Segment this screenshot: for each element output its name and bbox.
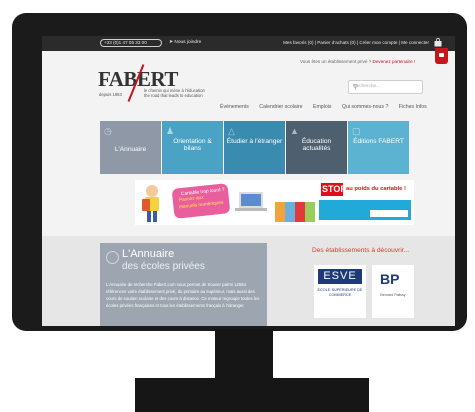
tile-education-actualites[interactable]: ▲ Éducation actualités	[286, 121, 347, 174]
annuaire-title: L'Annuaire	[122, 248, 175, 260]
tile-label: Éducation actualités	[301, 138, 332, 152]
shopping-bag-icon[interactable]	[434, 38, 442, 47]
account-links[interactable]: Mes favoris (0) | Panier d'achats (0) | …	[283, 40, 429, 45]
clock-icon: ◷	[104, 126, 112, 136]
bernard-palissy-card[interactable]: BP Bernard Palissy	[372, 265, 414, 318]
nav-item-evenements[interactable]: Événements	[220, 104, 249, 110]
phone-number[interactable]: +33 (0)1 47 05 33 00	[100, 39, 162, 47]
bp-logo: BP	[380, 271, 400, 287]
tile-label: Étudier à l'étranger	[226, 138, 283, 145]
publisher-logo	[370, 210, 408, 217]
books-illustration	[275, 202, 315, 222]
feature-tiles: ◷ L'Annuaire ♟ Orientation & bilans △ Ét…	[100, 121, 409, 174]
search-icon[interactable]: ⚲	[353, 83, 418, 91]
partner-promo: Vous êtes un établissement privé ? Deven…	[300, 59, 415, 64]
people-icon: ♟	[166, 126, 175, 136]
website-screen: +33 (0)1 47 05 33 00 ➤ Nous joindre Mes …	[42, 36, 455, 326]
top-bar: +33 (0)1 47 05 33 00 ➤ Nous joindre Mes …	[42, 36, 455, 51]
tile-etudier-etranger[interactable]: △ Étudier à l'étranger	[224, 121, 285, 174]
paper-plane-icon: ➤	[169, 40, 174, 45]
partner-link[interactable]: Devenez partenaire !	[373, 59, 416, 64]
nav-item-emplois[interactable]: Emplois	[313, 104, 331, 110]
tagline-en: the road that leads to education	[144, 93, 203, 99]
monitor-stand-neck	[215, 329, 273, 381]
annuaire-card[interactable]: L'Annuaire des écoles privées L'Annuaire…	[100, 243, 267, 326]
nav-item-calendrier[interactable]: Calendrier scolaire	[259, 104, 302, 110]
monitor-frame: +33 (0)1 47 05 33 00 ➤ Nous joindre Mes …	[12, 13, 467, 331]
esve-subtitle: ÉCOLE SUPÉRIEURE DE COMMERCE	[317, 288, 363, 297]
tile-orientation[interactable]: ♟ Orientation & bilans	[162, 121, 223, 174]
contact-label: Nous joindre	[174, 40, 202, 45]
book-icon: ▢	[352, 126, 361, 136]
tile-editions-fabert[interactable]: ▢ Éditions FABERT	[348, 121, 409, 174]
main-nav: Événements Calendrier scolaire Emplois Q…	[220, 104, 436, 110]
tile-label: Orientation & bilans	[173, 138, 212, 152]
search-box[interactable]: Recherche... ⚲	[348, 80, 423, 94]
contact-link[interactable]: ➤ Nous joindre	[169, 40, 201, 45]
stop-slogan: au poids du cartable !	[346, 186, 406, 192]
bp-name: Bernard Palissy	[380, 293, 406, 297]
esve-logo-card[interactable]: ESVE ÉCOLE SUPÉRIEURE DE COMMERCE	[314, 265, 366, 318]
laptop-base	[235, 208, 267, 211]
partner-question: Vous êtes un établissement privé ?	[300, 59, 372, 64]
logo-year: depuis 1953	[99, 92, 122, 97]
tagline: le chemin qui mène à l'éducation the roa…	[144, 88, 205, 98]
tile-label: L'Annuaire	[114, 146, 147, 153]
graduation-icon: △	[228, 126, 235, 136]
bookmark-badge-icon[interactable]	[435, 48, 448, 64]
esve-name: ESVE	[318, 269, 362, 284]
laptop-icon	[239, 192, 263, 208]
clock-icon	[106, 251, 119, 264]
ad-banner[interactable]: Cartable trop lourd ? Passez aux manuels…	[135, 180, 414, 225]
nav-item-qui-sommes-nous[interactable]: Qui sommes-nous ?	[342, 104, 388, 110]
discover-heading: Des établissements à découvrir...	[312, 247, 410, 254]
annuaire-description: L'Annuaire de recherche Fabert.com vous …	[106, 282, 260, 308]
nav-item-fiches-infos[interactable]: Fiches Infos	[399, 104, 427, 110]
tile-label: Éditions FABERT	[353, 138, 404, 145]
megaphone-icon: ▲	[290, 126, 299, 136]
tile-annuaire[interactable]: ◷ L'Annuaire	[100, 121, 161, 174]
child-illustration	[142, 185, 159, 222]
annuaire-subtitle: des écoles privées	[122, 261, 205, 272]
monitor-stand-base	[135, 378, 369, 412]
stop-text: STOP	[322, 184, 347, 194]
